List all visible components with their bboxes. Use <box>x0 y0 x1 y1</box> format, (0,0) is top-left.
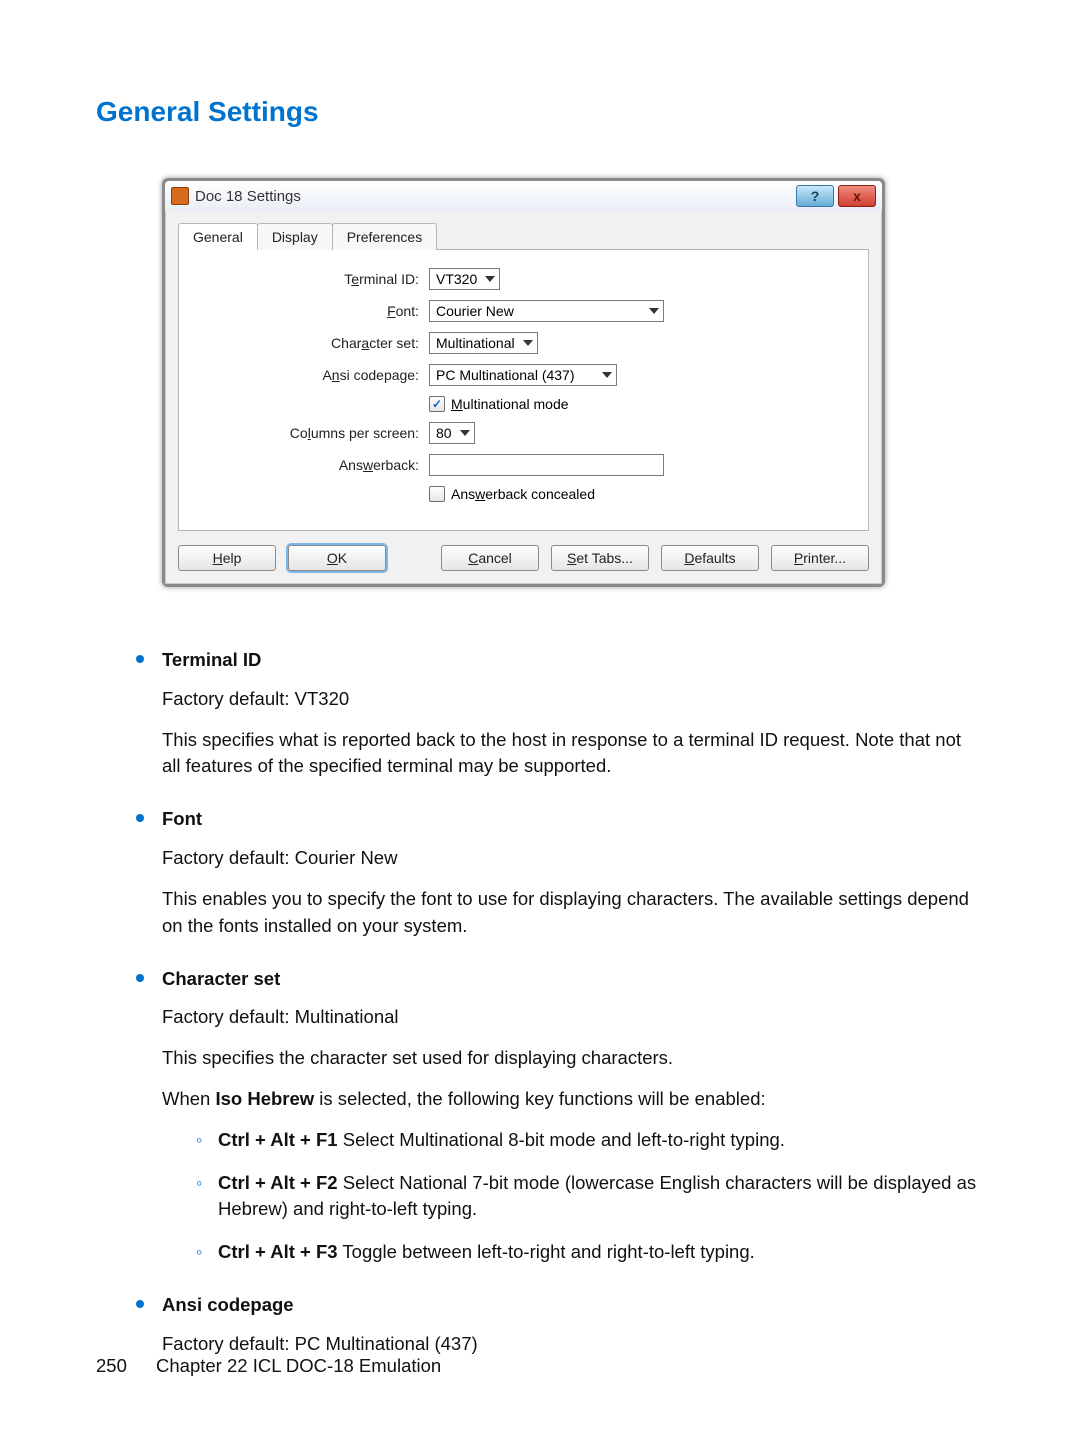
doc-item-title: Font <box>162 806 984 833</box>
settings-dialog: Doc 18 Settings ? x General Display Pref… <box>162 178 885 587</box>
terminal-id-select[interactable]: VT320 <box>429 268 500 290</box>
chapter-label: Chapter 22 ICL DOC-18 Emulation <box>156 1355 441 1376</box>
doc-sub-item: Ctrl + Alt + F1 Select Multinational 8-b… <box>196 1127 984 1154</box>
answerback-concealed-checkbox[interactable] <box>429 486 445 502</box>
dialog-titlebar: Doc 18 Settings ? x <box>165 181 882 211</box>
doc-item-character-set: Character set Factory default: Multinati… <box>136 966 984 1267</box>
page-number: 250 <box>96 1355 127 1376</box>
doc-item-body: When Iso Hebrew is selected, the followi… <box>162 1086 984 1113</box>
chevron-down-icon <box>602 372 612 378</box>
chevron-down-icon <box>523 340 533 346</box>
tab-general[interactable]: General <box>178 223 258 250</box>
doc-item-default: Factory default: Multinational <box>162 1004 984 1031</box>
doc-item-ansi-codepage: Ansi codepage Factory default: PC Multin… <box>136 1292 984 1358</box>
multinational-mode-checkbox[interactable] <box>429 396 445 412</box>
dialog-title: Doc 18 Settings <box>195 188 792 205</box>
font-select[interactable]: Courier New <box>429 300 664 322</box>
ansi-select[interactable]: PC Multinational (437) <box>429 364 617 386</box>
cancel-button[interactable]: Cancel <box>441 545 539 571</box>
doc-item-font: Font Factory default: Courier New This e… <box>136 806 984 939</box>
doc-item-terminal-id: Terminal ID Factory default: VT320 This … <box>136 647 984 780</box>
doc-item-default: Factory default: PC Multinational (437) <box>162 1331 984 1358</box>
doc-sub-item: Ctrl + Alt + F2 Select National 7-bit mo… <box>196 1170 984 1224</box>
app-icon <box>171 187 189 205</box>
terminal-id-label: Terminal ID: <box>199 271 429 287</box>
answerback-concealed-label: Answerback concealed <box>451 486 595 502</box>
answerback-input[interactable] <box>429 454 664 476</box>
doc-item-default: Factory default: Courier New <box>162 845 984 872</box>
help-icon[interactable]: ? <box>796 185 834 207</box>
ansi-label: Ansi codepage: <box>199 367 429 383</box>
doc-item-title: Character set <box>162 966 984 993</box>
defaults-button[interactable]: Defaults <box>661 545 759 571</box>
doc-item-default: Factory default: VT320 <box>162 686 984 713</box>
doc-item-body: This specifies the character set used fo… <box>162 1045 984 1072</box>
section-heading: General Settings <box>96 96 984 128</box>
multinational-mode-label: Multinational mode <box>451 396 569 412</box>
tab-preferences[interactable]: Preferences <box>332 223 437 250</box>
printer-button[interactable]: Printer... <box>771 545 869 571</box>
charset-label: Character set: <box>199 335 429 351</box>
answerback-label: Answerback: <box>199 457 429 473</box>
columns-select[interactable]: 80 <box>429 422 475 444</box>
doc-sub-item: Ctrl + Alt + F3 Toggle between left-to-r… <box>196 1239 984 1266</box>
doc-item-body: This specifies what is reported back to … <box>162 727 984 781</box>
doc-item-title: Ansi codepage <box>162 1292 984 1319</box>
tab-panel-general: Terminal ID: VT320 Font: Courier New Cha… <box>178 249 869 531</box>
help-button[interactable]: Help <box>178 545 276 571</box>
doc-item-body: This enables you to specify the font to … <box>162 886 984 940</box>
page-footer: 250 Chapter 22 ICL DOC-18 Emulation <box>96 1355 441 1377</box>
doc-item-title: Terminal ID <box>162 647 984 674</box>
columns-label: Columns per screen: <box>199 425 429 441</box>
charset-select[interactable]: Multinational <box>429 332 538 354</box>
tab-strip: General Display Preferences <box>178 223 869 250</box>
ok-button[interactable]: OK <box>288 545 386 571</box>
chevron-down-icon <box>485 276 495 282</box>
set-tabs-button[interactable]: Set Tabs... <box>551 545 649 571</box>
chevron-down-icon <box>649 308 659 314</box>
chevron-down-icon <box>460 430 470 436</box>
tab-display[interactable]: Display <box>257 223 333 250</box>
close-icon[interactable]: x <box>838 185 876 207</box>
font-label: Font: <box>199 303 429 319</box>
